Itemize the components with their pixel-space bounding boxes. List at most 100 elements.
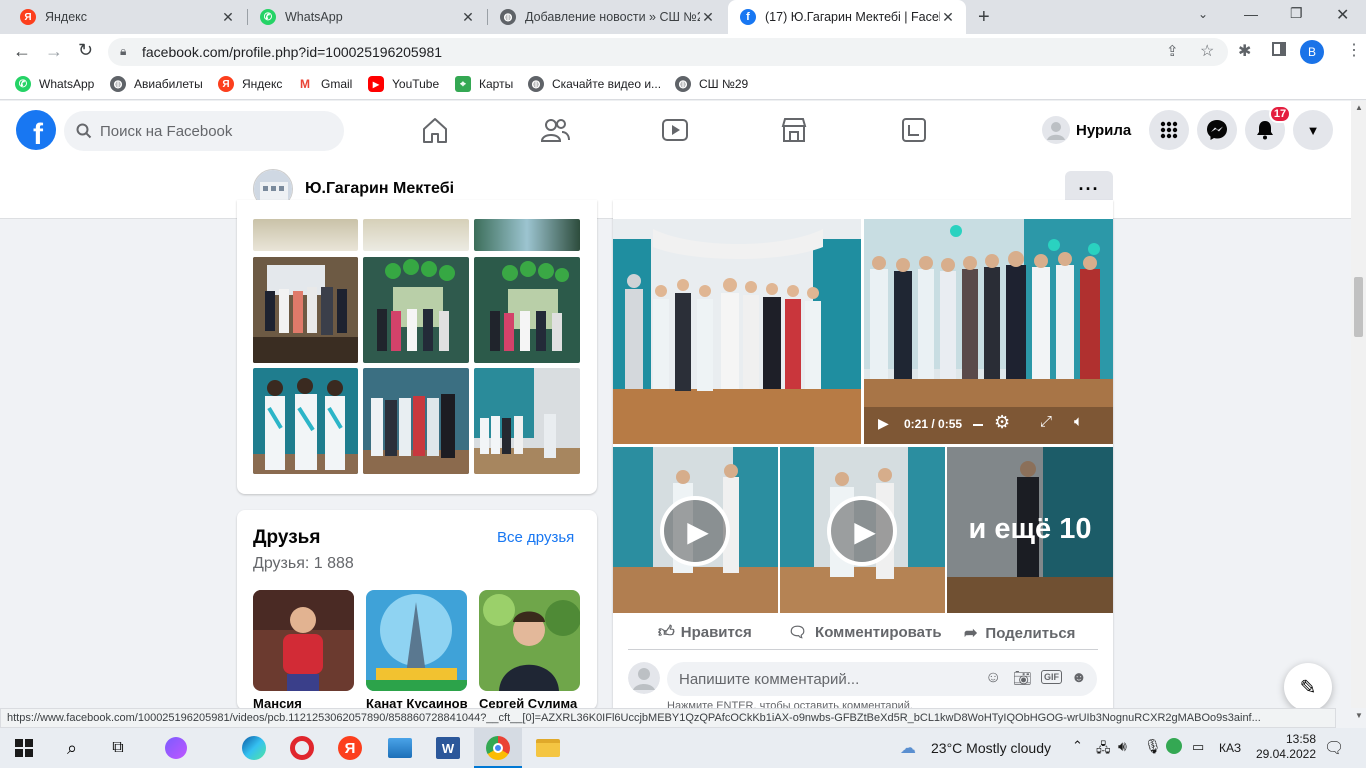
volume-icon[interactable]: 🔊︎ — [1118, 738, 1127, 755]
play-circle-icon[interactable]: ▶ — [660, 496, 730, 566]
new-message-button[interactable]: ✎ — [1284, 663, 1332, 711]
menu-icon[interactable]: ⋮ — [1346, 40, 1362, 60]
clock[interactable]: 13:58 29.04.2022 — [1254, 732, 1316, 762]
side-panel-icon[interactable] — [1272, 42, 1286, 56]
play-circle-icon[interactable]: ▶ — [827, 496, 897, 566]
scroll-up-icon[interactable]: ▲ — [1355, 103, 1363, 112]
reload-button[interactable]: ↻ — [78, 40, 93, 61]
volume-mute-icon[interactable]: 🔈︎ — [1074, 413, 1083, 430]
tray-app-icon[interactable] — [1166, 738, 1182, 754]
photos-app-icon[interactable] — [386, 734, 414, 762]
forward-button[interactable]: → — [45, 41, 63, 62]
friend-photo[interactable] — [366, 590, 467, 691]
page-title[interactable]: Ю.Гагарин Мектебі — [305, 180, 454, 198]
account-button[interactable]: ▼ — [1293, 110, 1333, 150]
edge-icon[interactable] — [240, 734, 268, 762]
friend-photo[interactable] — [479, 590, 580, 691]
progress-bar[interactable] — [973, 424, 983, 426]
bookmark-aviabilety[interactable]: ◍ Авиабилеты — [110, 76, 203, 92]
post-more-media[interactable]: и ещё 10 — [947, 447, 1113, 613]
watch-icon[interactable] — [660, 115, 690, 145]
bookmark-maps[interactable]: ⌖ Карты — [455, 76, 513, 92]
photo-thumbnail[interactable] — [253, 257, 358, 363]
share-button[interactable]: ➦ Поделиться — [964, 623, 1075, 643]
facebook-search-input[interactable]: Поиск на Facebook — [64, 111, 344, 151]
photo-thumbnail[interactable] — [474, 219, 580, 251]
tab-search-icon[interactable]: ⌄ — [1198, 7, 1208, 21]
task-view-icon[interactable]: ⧉ — [104, 734, 132, 762]
scroll-down-icon[interactable]: ▼ — [1355, 711, 1363, 720]
bookmark-youtube[interactable]: ▶ YouTube — [368, 76, 439, 92]
notifications-button[interactable]: 17 — [1245, 105, 1291, 150]
bookmark-yandex[interactable]: Я Яндекс — [218, 76, 282, 92]
camera-icon[interactable]: 📷︎ — [1013, 669, 1032, 687]
yandex-browser-icon[interactable]: Я — [336, 734, 364, 762]
file-explorer-icon[interactable] — [534, 734, 562, 762]
gif-icon[interactable]: GIF — [1041, 670, 1062, 684]
extensions-icon[interactable]: ✱ — [1238, 41, 1251, 61]
photo-thumbnail[interactable] — [363, 368, 469, 474]
photo-thumbnail[interactable] — [474, 368, 580, 474]
network-icon[interactable]: 🖧︎ — [1096, 739, 1111, 761]
page-scrollbar[interactable]: ▲ ▼ — [1351, 101, 1366, 720]
messenger-button[interactable] — [1197, 110, 1237, 150]
photo-thumbnail[interactable] — [474, 257, 580, 363]
photo-thumbnail[interactable] — [253, 368, 358, 474]
language-indicator[interactable]: КАЗ — [1219, 741, 1241, 755]
marketplace-icon[interactable] — [779, 115, 809, 145]
close-window-button[interactable]: ✕ — [1336, 5, 1349, 25]
settings-gear-icon[interactable]: ⚙ — [994, 412, 1010, 433]
post-video-player[interactable]: ▶ 0:21 / 0:55 ⚙ ⤢ 🔈︎ — [864, 219, 1113, 444]
fullscreen-icon[interactable]: ⤢ — [1040, 413, 1052, 430]
tab-whatsapp[interactable]: ✆ WhatsApp ✕ — [248, 0, 486, 34]
photo-thumbnail[interactable] — [253, 219, 358, 251]
close-icon[interactable]: ✕ — [220, 9, 236, 26]
sticker-icon[interactable]: ☻ — [1071, 669, 1087, 686]
close-icon[interactable]: ✕ — [700, 9, 716, 26]
url-field[interactable]: 🔒︎ facebook.com/profile.php?id=100025196… — [108, 38, 1228, 66]
close-icon[interactable]: ✕ — [940, 9, 956, 26]
notifications-center-icon[interactable]: 🗨︎ — [1324, 738, 1344, 758]
share-icon[interactable]: ⇪ — [1166, 42, 1179, 60]
bookmark-star-icon[interactable]: ☆ — [1200, 41, 1214, 61]
microphone-icon[interactable]: 🎙︎ — [1144, 738, 1162, 755]
tab-facebook[interactable]: f (17) Ю.Гагарин Мектебі | Facebook ✕ — [728, 0, 966, 34]
opera-icon[interactable] — [288, 734, 316, 762]
friend-photo[interactable] — [253, 590, 354, 691]
comment-button[interactable]: 🗨︎ Комментировать — [788, 623, 942, 642]
groups-icon[interactable] — [899, 115, 929, 145]
photo-thumbnail[interactable] — [363, 257, 469, 363]
restore-button[interactable]: ❐ — [1290, 5, 1303, 22]
home-icon[interactable] — [420, 115, 450, 145]
play-icon[interactable]: ▶ — [878, 415, 889, 432]
comment-input[interactable]: Напишите комментарий... ☺ 📷︎ GIF ☻ — [667, 662, 1097, 696]
windows-start-icon[interactable] — [10, 734, 38, 762]
post-photo[interactable] — [613, 219, 861, 444]
bookmark-whatsapp[interactable]: ✆ WhatsApp — [15, 76, 94, 92]
bookmark-school29[interactable]: ◍ СШ №29 — [675, 76, 748, 92]
search-icon[interactable]: ⌕ — [58, 734, 86, 762]
all-friends-link[interactable]: Все друзья — [497, 529, 574, 546]
menu-button[interactable] — [1149, 110, 1189, 150]
new-tab-button[interactable]: + — [978, 6, 990, 29]
back-button[interactable]: ← — [13, 41, 31, 62]
weather-text[interactable]: 23°C Mostly cloudy — [931, 740, 1051, 756]
minimize-button[interactable]: — — [1244, 6, 1258, 22]
profile-shortcut[interactable]: Нурила — [1038, 109, 1139, 151]
battery-icon[interactable]: ▭ — [1192, 739, 1204, 755]
photo-thumbnail[interactable] — [363, 219, 469, 251]
friends-icon[interactable] — [540, 115, 570, 145]
scrollbar-thumb[interactable] — [1354, 277, 1363, 337]
close-icon[interactable]: ✕ — [460, 9, 476, 26]
tab-news[interactable]: ◍ Добавление новости » СШ №29 ✕ — [488, 0, 726, 34]
alice-icon[interactable] — [162, 734, 190, 762]
tab-yandex[interactable]: Я Яндекс ✕ — [8, 0, 246, 34]
chrome-taskbar-button[interactable] — [474, 728, 522, 768]
emoji-icon[interactable]: ☺ — [985, 669, 1001, 687]
word-icon[interactable]: W — [434, 734, 462, 762]
post-video-thumbnail[interactable]: ▶ — [780, 447, 945, 613]
like-button[interactable]: 👍︎ Нравится — [658, 623, 752, 642]
facebook-logo[interactable]: f — [16, 110, 56, 151]
tray-chevron-icon[interactable]: ⌃ — [1072, 738, 1083, 754]
profile-avatar[interactable]: B — [1300, 40, 1324, 64]
